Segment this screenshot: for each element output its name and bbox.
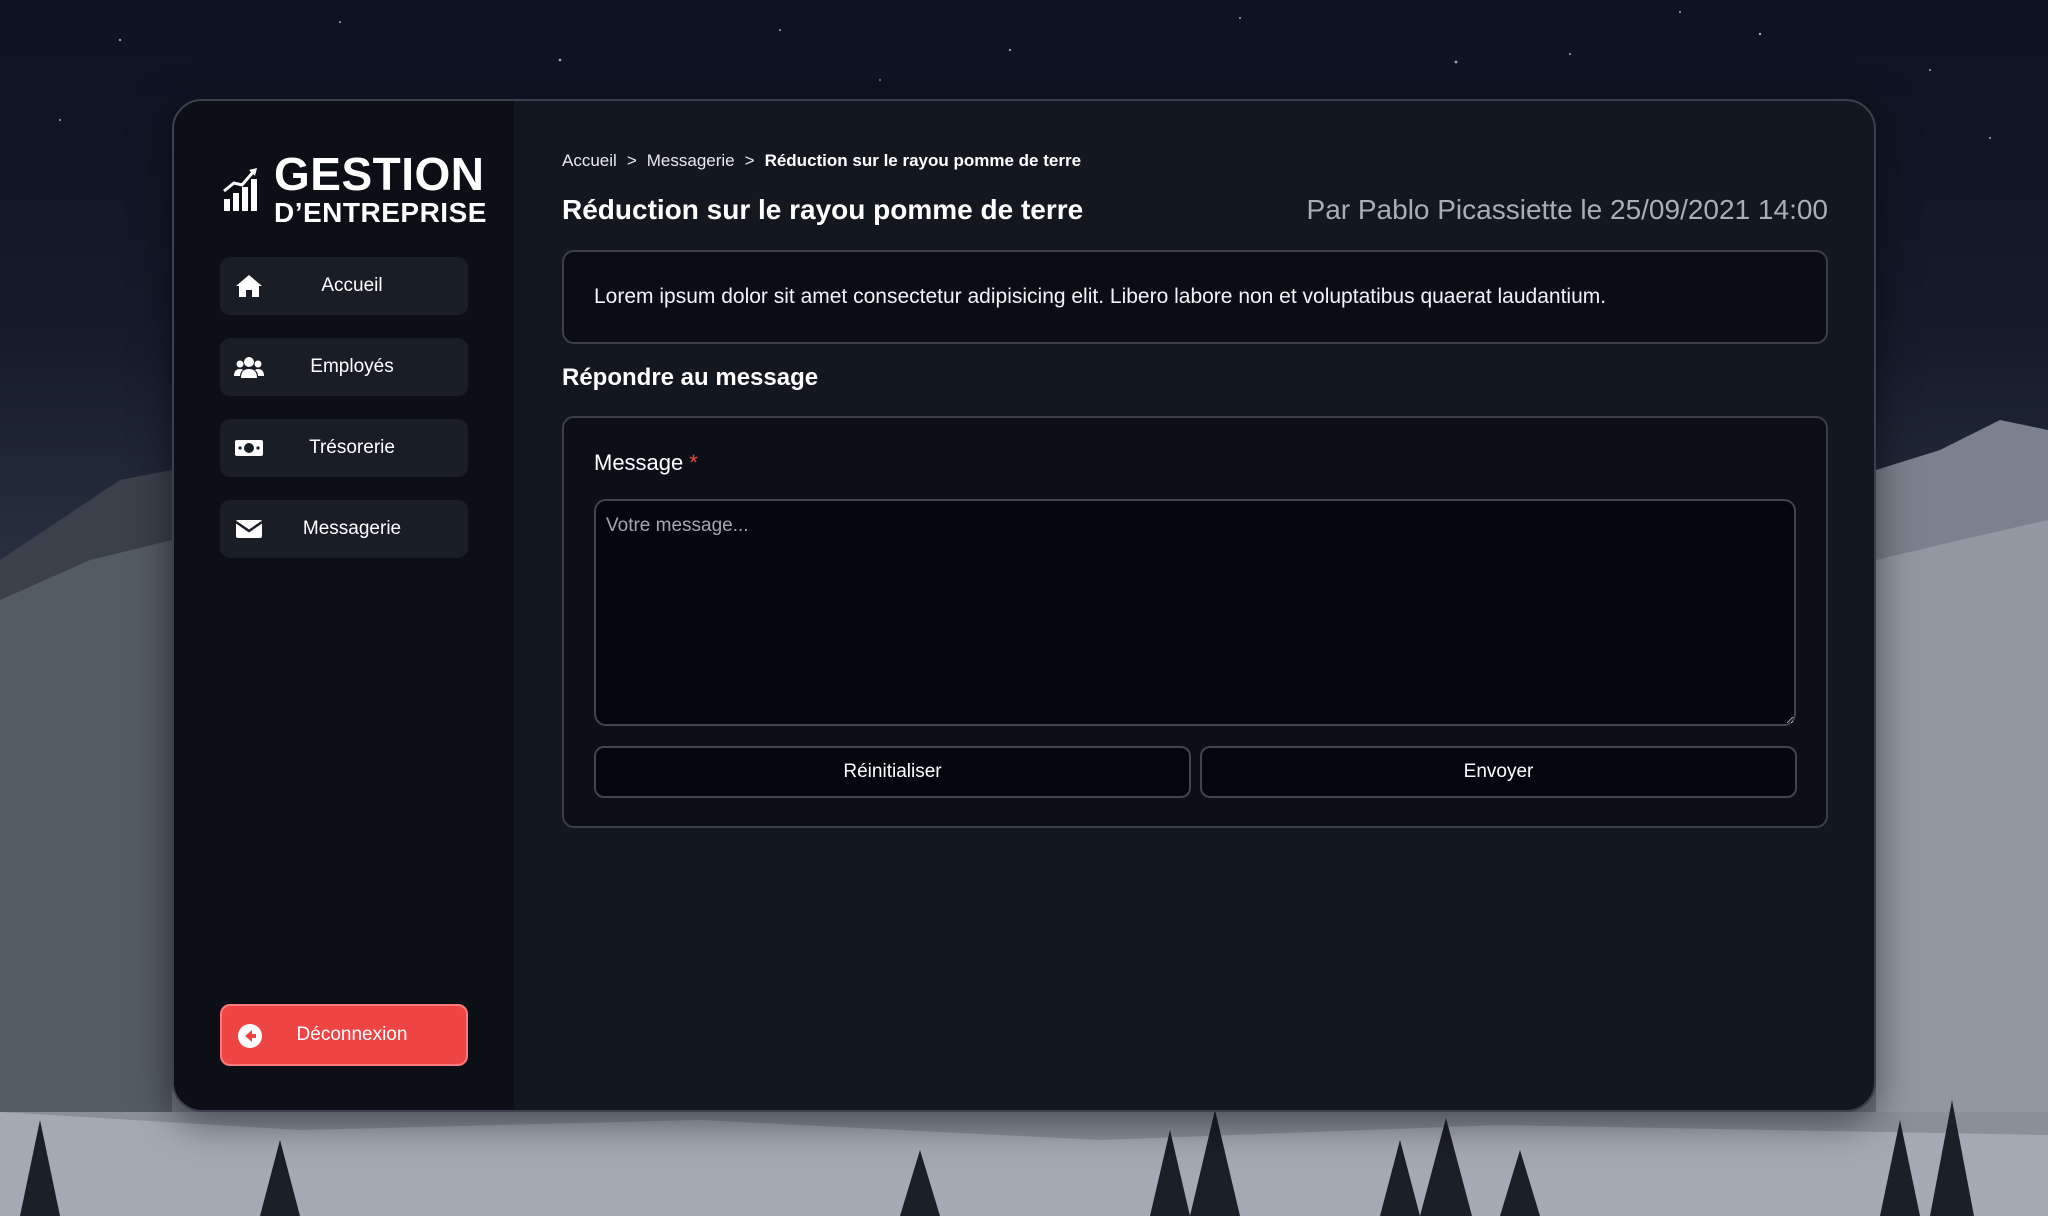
breadcrumb-link-accueil[interactable]: Accueil	[562, 151, 617, 171]
main-content: Accueil > Messagerie > Réduction sur le …	[514, 101, 1874, 1110]
message-textarea[interactable]	[594, 499, 1796, 726]
sidebar-item-accueil[interactable]: Accueil	[220, 257, 468, 315]
money-icon	[235, 440, 263, 456]
send-button[interactable]: Envoyer	[1200, 746, 1797, 798]
breadcrumb-link-messagerie[interactable]: Messagerie	[647, 151, 735, 171]
arrow-left-circle-icon	[238, 1024, 262, 1048]
reset-button[interactable]: Réinitialiser	[594, 746, 1191, 798]
logo-subtitle: D’ENTREPRISE	[274, 197, 487, 228]
page-title: Réduction sur le rayou pomme de terre	[562, 194, 1084, 225]
envelope-icon	[235, 520, 263, 538]
message-byline: Par Pablo Picassiette le 25/09/2021 14:0…	[1306, 194, 1828, 225]
logout-button[interactable]: Déconnexion	[220, 1004, 468, 1066]
sidebar: GESTION D’ENTREPRISE Accueil Employés Tr…	[174, 101, 514, 1110]
home-icon	[236, 275, 262, 297]
sidebar-item-employes[interactable]: Employés	[220, 338, 468, 396]
chart-growth-icon	[223, 168, 257, 211]
sidebar-nav: Accueil Employés Trésorerie Messagerie	[220, 257, 468, 581]
breadcrumb-current: Réduction sur le rayou pomme de terre	[764, 151, 1082, 170]
reply-form: Message* Réinitialiser Envoyer	[562, 416, 1828, 828]
logo-title: GESTION	[274, 148, 485, 200]
breadcrumb: Accueil > Messagerie > Réduction sur le …	[562, 151, 1081, 171]
required-marker: *	[689, 450, 698, 475]
message-body: Lorem ipsum dolor sit amet consectetur a…	[562, 250, 1828, 344]
app-window: GESTION D’ENTREPRISE Accueil Employés Tr…	[172, 99, 1876, 1112]
users-icon	[234, 357, 264, 378]
sidebar-item-tresorerie[interactable]: Trésorerie	[220, 419, 468, 477]
breadcrumb-separator: >	[744, 151, 755, 170]
message-label-text: Message	[594, 450, 684, 475]
message-field-label: Message *	[594, 450, 698, 476]
message-text: Lorem ipsum dolor sit amet consectetur a…	[594, 285, 1607, 308]
app-logo[interactable]: GESTION D’ENTREPRISE	[222, 151, 487, 227]
breadcrumb-separator: >	[626, 151, 637, 170]
message-header: Réduction sur le rayou pomme de terre Pa…	[562, 194, 1828, 226]
sidebar-item-messagerie[interactable]: Messagerie	[220, 500, 468, 558]
reply-heading: Répondre au message	[562, 364, 819, 391]
